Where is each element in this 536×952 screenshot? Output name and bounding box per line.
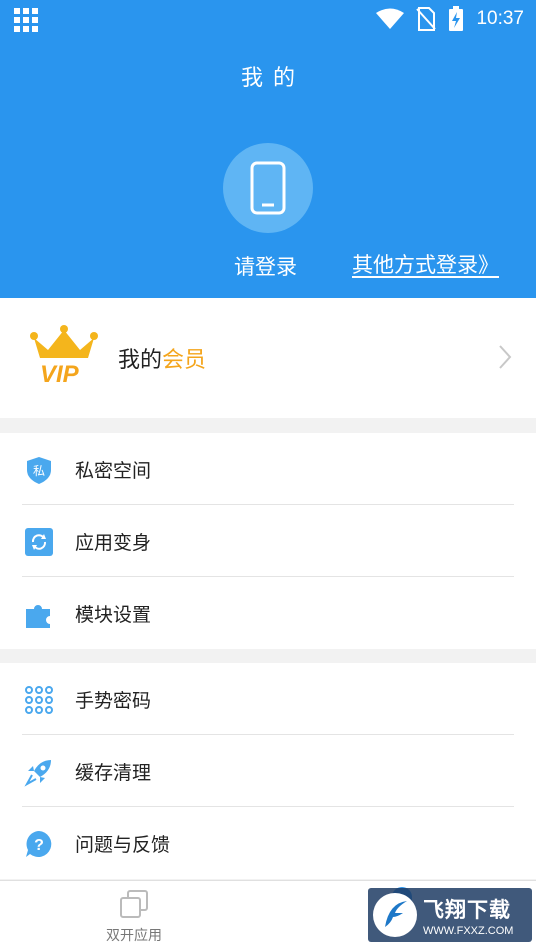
menu-group-2: 手势密码 缓存清理 ? 问题与反馈 (0, 663, 536, 879)
menu-group-1: 私 私密空间 应用变身 模块设置 (0, 433, 536, 649)
menu-item-module-settings[interactable]: 模块设置 (0, 577, 536, 649)
app-transform-icon (25, 528, 53, 556)
menu-item-label: 应用变身 (75, 531, 152, 554)
chevron-right-icon (499, 345, 512, 369)
menu-item-private-space[interactable]: 私 私密空间 (0, 433, 536, 505)
vip-badge-text: VIP (40, 361, 80, 386)
menu-item-label: 缓存清理 (75, 761, 152, 784)
puzzle-module-icon (26, 605, 50, 628)
gesture-pattern-icon (25, 686, 53, 714)
vip-label-prefix: 我的 (118, 348, 163, 373)
watermark-title: 飞翔下载 (423, 897, 511, 922)
menu-item-app-transform[interactable]: 应用变身 (0, 505, 536, 577)
menu-item-label: 问题与反馈 (75, 833, 171, 856)
private-space-shield-icon: 私 (27, 457, 51, 484)
vip-membership-card[interactable]: VIP 我的会员 (0, 298, 536, 418)
question-feedback-icon: ? (26, 831, 52, 857)
rocket-clean-icon (24, 760, 51, 787)
menu-item-feedback[interactable]: ? 问题与反馈 (0, 807, 536, 879)
menu-item-label: 私密空间 (75, 459, 152, 482)
vip-label-highlight: 会员 (162, 348, 207, 373)
menu-item-cache-clean[interactable]: 缓存清理 (0, 735, 536, 807)
status-bar: 10:37 (0, 0, 536, 38)
page-title: 我的 (240, 66, 305, 91)
menu-item-label: 模块设置 (75, 603, 152, 626)
watermark-f-icon (373, 893, 417, 937)
avatar[interactable] (223, 143, 313, 233)
dual-apps-icon (120, 890, 148, 918)
profile-header: 10:37 我的 请登录 其他方式登录》 (0, 0, 536, 298)
wifi-icon (376, 8, 405, 29)
other-login-link[interactable]: 其他方式登录》 (352, 249, 499, 279)
status-time: 10:37 (476, 8, 524, 29)
menu-item-gesture-password[interactable]: 手势密码 (0, 663, 536, 735)
phone-icon (250, 161, 286, 215)
nav-dual-apps[interactable]: 双开应用 (94, 889, 174, 945)
vip-crown-icon: VIP (30, 325, 98, 386)
login-button[interactable]: 请登录 (234, 251, 297, 281)
vip-label: 我的会员 (118, 342, 206, 374)
watermark-url: WWW.FXXZ.COM (423, 924, 514, 937)
watermark-logo: 飞翔下载 WWW.FXXZ.COM (368, 888, 532, 942)
no-sim-icon (416, 7, 437, 31)
menu-item-label: 手势密码 (75, 689, 152, 712)
battery-charging-icon (449, 6, 464, 31)
svg-text:私: 私 (33, 464, 45, 478)
svg-text:?: ? (34, 837, 44, 854)
apps-grid-icon (14, 8, 38, 32)
nav-label: 双开应用 (106, 928, 162, 944)
